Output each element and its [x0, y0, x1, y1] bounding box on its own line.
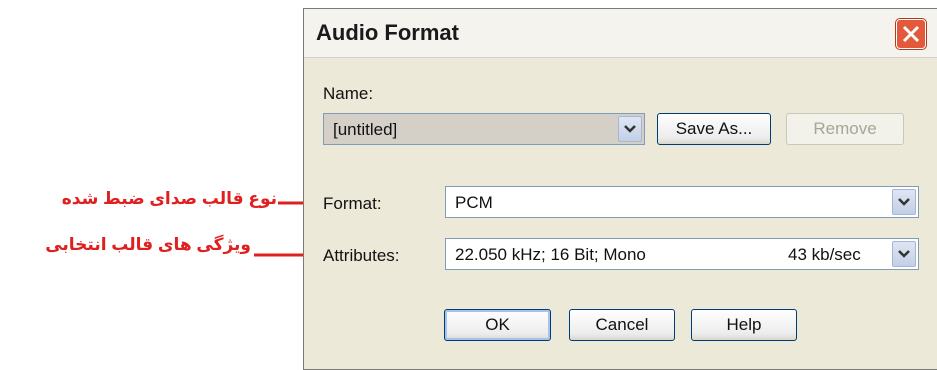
format-combobox[interactable]: PCM — [445, 186, 919, 218]
name-combobox[interactable]: [untitled] — [323, 113, 645, 145]
attributes-dropdown-button[interactable] — [892, 241, 916, 267]
attributes-annotation: ویژگی های قالب انتخابی — [45, 235, 251, 254]
close-button[interactable] — [896, 19, 926, 49]
chevron-down-icon — [624, 125, 636, 133]
format-annotation: نوع قالب صدای ضبط شده — [61, 189, 277, 208]
name-value: [untitled] — [333, 120, 398, 139]
dialog-title: Audio Format — [316, 20, 459, 45]
ok-button[interactable]: OK — [444, 309, 551, 341]
save-as-button[interactable]: Save As... — [657, 113, 771, 145]
chevron-down-icon — [898, 250, 910, 258]
attributes-rate: 43 kb/sec — [788, 245, 861, 264]
attributes-combobox[interactable]: 22.050 kHz; 16 Bit; Mono 43 kb/sec — [445, 238, 919, 270]
attributes-label: Attributes: — [323, 246, 400, 265]
name-label: Name: — [323, 84, 374, 103]
title-bar: Audio Format — [304, 9, 937, 58]
name-dropdown-button[interactable] — [618, 116, 642, 142]
close-icon — [902, 25, 920, 43]
remove-button[interactable]: Remove — [786, 113, 904, 145]
audio-format-dialog: Audio Format Name: [untitled] Save As...… — [303, 8, 937, 370]
format-value: PCM — [455, 193, 493, 212]
format-dropdown-button[interactable] — [892, 189, 916, 215]
help-button[interactable]: Help — [691, 309, 797, 341]
chevron-down-icon — [898, 198, 910, 206]
attributes-value: 22.050 kHz; 16 Bit; Mono — [455, 245, 646, 264]
format-label: Format: — [323, 194, 382, 213]
cancel-button[interactable]: Cancel — [569, 309, 675, 341]
